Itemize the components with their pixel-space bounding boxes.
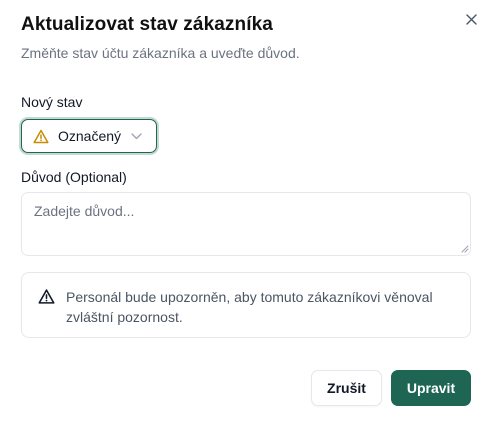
status-select[interactable]: Označený — [21, 119, 157, 153]
warning-triangle-icon — [33, 128, 49, 144]
close-button[interactable] — [462, 10, 480, 28]
close-icon — [465, 13, 477, 25]
reason-label: Důvod (Optional) — [21, 169, 127, 185]
status-select-value: Označený — [58, 128, 122, 144]
notice-text: Personál bude upozorněn, aby tomuto záka… — [66, 289, 433, 325]
warning-triangle-icon — [38, 289, 55, 304]
notice-alert: Personál bude upozorněn, aby tomuto záka… — [21, 272, 471, 338]
resize-handle-icon[interactable] — [461, 245, 469, 253]
update-status-dialog: Aktualizovat stav zákazníka Změňte stav … — [0, 0, 492, 421]
cancel-button[interactable]: Zrušit — [311, 370, 382, 406]
reason-textarea[interactable] — [21, 192, 471, 256]
chevron-down-icon — [130, 130, 142, 142]
status-label: Nový stav — [21, 94, 83, 110]
dialog-subtitle: Změňte stav účtu zákazníka a uveďte důvo… — [21, 45, 300, 61]
dialog-title: Aktualizovat stav zákazníka — [21, 14, 273, 35]
submit-button[interactable]: Upravit — [391, 370, 471, 406]
